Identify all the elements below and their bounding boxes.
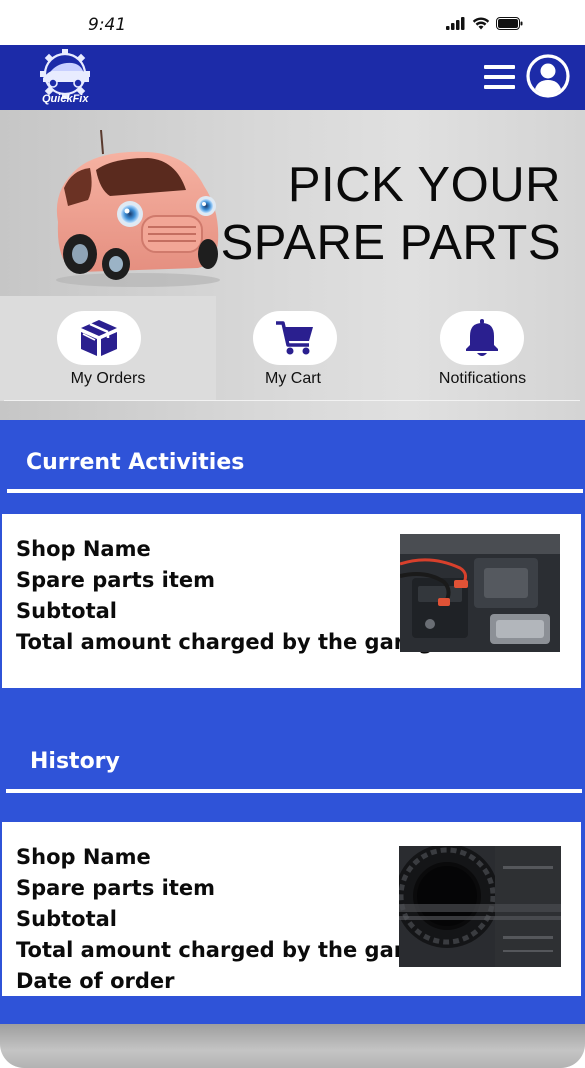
quick-nav: My Orders My Cart Notifications xyxy=(0,296,585,402)
nav-my-orders[interactable]: My Orders xyxy=(0,296,216,401)
section-divider xyxy=(6,789,582,793)
profile-icon[interactable] xyxy=(526,54,570,98)
menu-icon-bar xyxy=(484,75,515,79)
card-details: Shop Name Spare parts item Subtotal Tota… xyxy=(16,842,448,997)
bell-icon xyxy=(466,319,498,356)
bottom-bar xyxy=(0,1024,585,1068)
history-card[interactable]: Shop Name Spare parts item Subtotal Tota… xyxy=(2,822,581,996)
nav-notifications[interactable]: Notifications xyxy=(390,296,575,401)
menu-icon-bar xyxy=(484,85,515,89)
box-icon xyxy=(81,320,117,356)
card-details: Shop Name Spare parts item Subtotal Tota… xyxy=(16,534,448,658)
status-icons xyxy=(446,17,523,30)
history-title: History xyxy=(30,749,120,774)
spare-parts-item-label: Spare parts item xyxy=(16,568,216,592)
nav-label: My Orders xyxy=(70,370,146,387)
nav-icon-pill xyxy=(440,311,524,365)
engine-bay-photo xyxy=(400,534,560,652)
shop-name-label: Shop Name xyxy=(16,537,151,561)
date-of-order-label: Date of order xyxy=(16,969,175,993)
cart-icon xyxy=(276,321,313,355)
app-header: QuickFix xyxy=(0,45,585,110)
car-illustration xyxy=(56,130,220,287)
total-amount-label: Total amount charged by the garage xyxy=(16,938,448,962)
nav-label: My Cart xyxy=(265,370,321,387)
current-activities-title: Current Activities xyxy=(26,450,245,475)
status-time: 9:41 xyxy=(88,15,127,35)
section-divider xyxy=(7,489,583,493)
subtotal-label: Subtotal xyxy=(16,907,117,931)
nav-my-cart[interactable]: My Cart xyxy=(216,296,370,401)
total-amount-label: Total amount charged by the garage xyxy=(16,630,448,654)
nav-icon-pill xyxy=(57,311,141,365)
signal-icon xyxy=(446,17,465,30)
status-bar: 9:41 xyxy=(0,0,585,45)
menu-button[interactable] xyxy=(484,65,516,91)
nav-divider xyxy=(4,400,580,401)
nav-label: Notifications xyxy=(438,370,527,387)
shop-name-label: Shop Name xyxy=(16,845,151,869)
hero-banner: PICK YOUR SPARE PARTS My Orders My Cart … xyxy=(0,110,585,420)
logo-text: QuickFix xyxy=(42,93,89,105)
hero-title-line: PICK YOUR xyxy=(287,158,561,212)
current-activity-card[interactable]: Shop Name Spare parts item Subtotal Tota… xyxy=(2,514,581,688)
menu-icon-bar xyxy=(484,65,515,69)
activity-content: Current Activities Shop Name Spare parts… xyxy=(0,420,585,1024)
battery-icon xyxy=(496,17,523,30)
tire-photo xyxy=(399,846,561,967)
hero-title: PICK YOUR SPARE PARTS xyxy=(221,156,561,272)
wifi-icon xyxy=(472,17,490,30)
nav-icon-pill xyxy=(253,311,337,365)
subtotal-label: Subtotal xyxy=(16,599,117,623)
hero-title-line: SPARE PARTS xyxy=(220,216,561,270)
spare-parts-item-label: Spare parts item xyxy=(16,876,216,900)
